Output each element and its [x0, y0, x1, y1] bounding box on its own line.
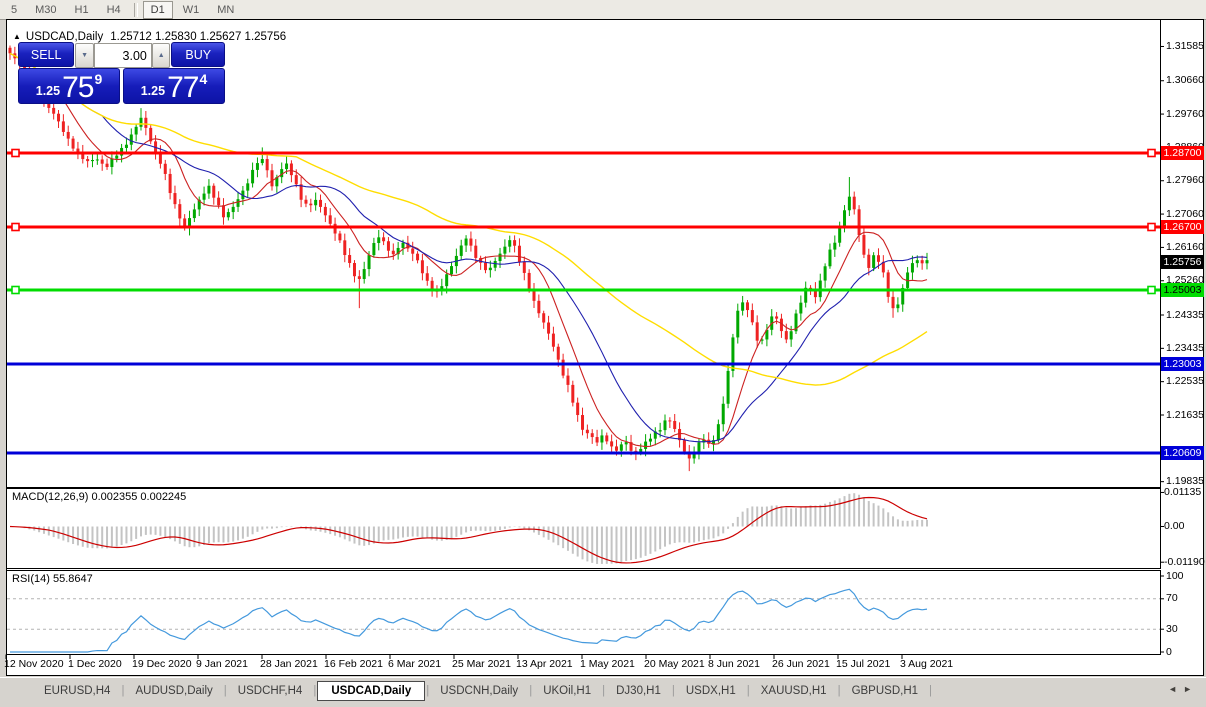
tab-separator: | — [602, 684, 606, 697]
tab-separator: | — [671, 684, 675, 697]
price-axis-tick: 1.22535 — [1166, 375, 1204, 388]
date-axis-tick: 19 Dec 2020 — [132, 658, 192, 670]
tab-separator: | — [929, 684, 933, 697]
date-axis-tick: 1 Dec 2020 — [68, 658, 122, 670]
rsi-axis-tick: 70 — [1166, 592, 1178, 605]
price-level-tag[interactable]: 1.28700 — [1161, 146, 1204, 160]
date-axis-tick: 15 Jul 2021 — [836, 658, 891, 670]
tab-separator: | — [121, 684, 125, 697]
chart-tab-eurusd[interactable]: EURUSD,H4 — [34, 682, 120, 700]
price-axis-tick: 1.21635 — [1166, 408, 1204, 421]
price-level-tag[interactable]: 1.26700 — [1161, 220, 1204, 234]
date-axis-tick: 12 Nov 2020 — [4, 658, 64, 670]
price-axis-tick: 1.24335 — [1166, 308, 1204, 321]
chart-tab-gbpusd[interactable]: GBPUSD,H1 — [842, 682, 928, 700]
date-axis-tick: 8 Jun 2021 — [708, 658, 760, 670]
sell-price-prefix: 1.25 — [35, 84, 61, 98]
volume-decrease-button[interactable]: ▼ — [75, 43, 94, 68]
sell-price-pip: 9 — [94, 71, 103, 87]
price-level-tag[interactable]: 1.25756 — [1161, 255, 1204, 269]
price-axis-tick: 1.23435 — [1166, 341, 1204, 354]
tab-separator: | — [837, 684, 841, 697]
chart-tab-usdcad[interactable]: USDCAD,Daily — [317, 680, 426, 701]
buy-price-display[interactable]: 1.25 77 4 — [122, 68, 225, 104]
tab-separator: | — [529, 684, 533, 697]
price-axis-tick: 1.26160 — [1166, 240, 1204, 253]
chart-tab-audusd[interactable]: AUDUSD,Daily — [125, 682, 222, 700]
date-axis-tick: 26 Jun 2021 — [772, 658, 830, 670]
tab-separator: | — [223, 684, 227, 697]
price-axis-tick: 1.31585 — [1166, 39, 1204, 52]
chart-canvas[interactable] — [0, 0, 1206, 707]
buy-price-prefix: 1.25 — [140, 84, 166, 98]
chart-tab-usdcnh[interactable]: USDCNH,Daily — [430, 682, 528, 700]
spin-down-icon: ▼ — [81, 52, 89, 59]
date-axis-tick: 28 Jan 2021 — [260, 658, 318, 670]
price-level-tag[interactable]: 1.23003 — [1161, 357, 1204, 371]
tab-separator: | — [746, 684, 750, 697]
rsi-axis-tick: 0 — [1166, 645, 1172, 658]
price-axis-tick: 1.30660 — [1166, 74, 1204, 87]
macd-indicator-label: MACD(12,26,9) 0.002355 0.002245 — [12, 491, 187, 503]
rsi-indicator-label: RSI(14) 55.8647 — [12, 573, 93, 585]
date-axis-tick: 16 Feb 2021 — [324, 658, 383, 670]
scroll-right-icon[interactable]: ► — [1183, 684, 1198, 694]
price-level-tag[interactable]: 1.20609 — [1161, 446, 1204, 460]
price-axis-tick: 1.29760 — [1166, 107, 1204, 120]
date-axis-tick: 9 Jan 2021 — [196, 658, 248, 670]
buy-price-pip: 4 — [199, 71, 208, 87]
price-axis-tick: 1.27960 — [1166, 174, 1204, 187]
spin-up-icon: ▲ — [157, 52, 165, 59]
volume-increase-button[interactable]: ▲ — [151, 43, 171, 68]
macd-axis-tick: 0.00 — [1164, 520, 1185, 532]
buy-button[interactable]: BUY — [171, 42, 225, 67]
scroll-left-icon[interactable]: ◄ — [1168, 684, 1183, 694]
sell-button[interactable]: SELL — [18, 42, 75, 67]
chart-tab-dj30[interactable]: DJ30,H1 — [606, 682, 671, 700]
symbol-tab-bar: EURUSD,H4 | AUDUSD,Daily | USDCHF,H4 | USDCAD,… — [0, 677, 1206, 703]
price-level-tag[interactable]: 1.25003 — [1161, 283, 1204, 297]
sell-price-display[interactable]: 1.25 75 9 — [18, 68, 121, 104]
price-axis-tick: 1.27060 — [1166, 207, 1204, 220]
volume-input[interactable] — [93, 43, 152, 68]
chart-tab-ukoil[interactable]: UKOil,H1 — [533, 682, 601, 700]
date-axis-tick: 25 Mar 2021 — [452, 658, 511, 670]
tab-scroll-nav: ◄► — [1168, 684, 1198, 694]
trading-platform-window: 5 M30 H1 H4 D1 W1 MN ▲ USDCAD,Daily 1.25712 1.25… — [0, 0, 1206, 707]
date-axis-tick: 13 Apr 2021 — [516, 658, 573, 670]
date-axis-tick: 1 May 2021 — [580, 658, 635, 670]
rsi-axis-tick: 30 — [1166, 622, 1178, 635]
date-axis-tick: 20 May 2021 — [644, 658, 705, 670]
date-axis-tick: 3 Aug 2021 — [900, 658, 954, 670]
buy-price-main: 77 — [167, 71, 199, 104]
macd-axis-tick: -0.01190 — [1164, 555, 1205, 568]
date-axis-tick: 6 Mar 2021 — [388, 658, 442, 670]
collapse-triangle-icon[interactable]: ▲ — [13, 32, 21, 41]
rsi-axis-tick: 100 — [1166, 569, 1184, 582]
tab-separator: | — [426, 684, 430, 697]
tab-separator: | — [313, 684, 317, 697]
chart-tab-usdx[interactable]: USDX,H1 — [676, 682, 746, 700]
macd-axis-tick: 0.01135 — [1164, 485, 1202, 498]
chart-tab-usdchf[interactable]: USDCHF,H4 — [228, 682, 313, 700]
sell-price-main: 75 — [62, 71, 94, 104]
one-click-trading-panel: SELL ▼ ▲ BUY 1.25759 1.25774 — [18, 42, 225, 105]
chart-tab-xauusd[interactable]: XAUUSD,H1 — [751, 682, 837, 700]
